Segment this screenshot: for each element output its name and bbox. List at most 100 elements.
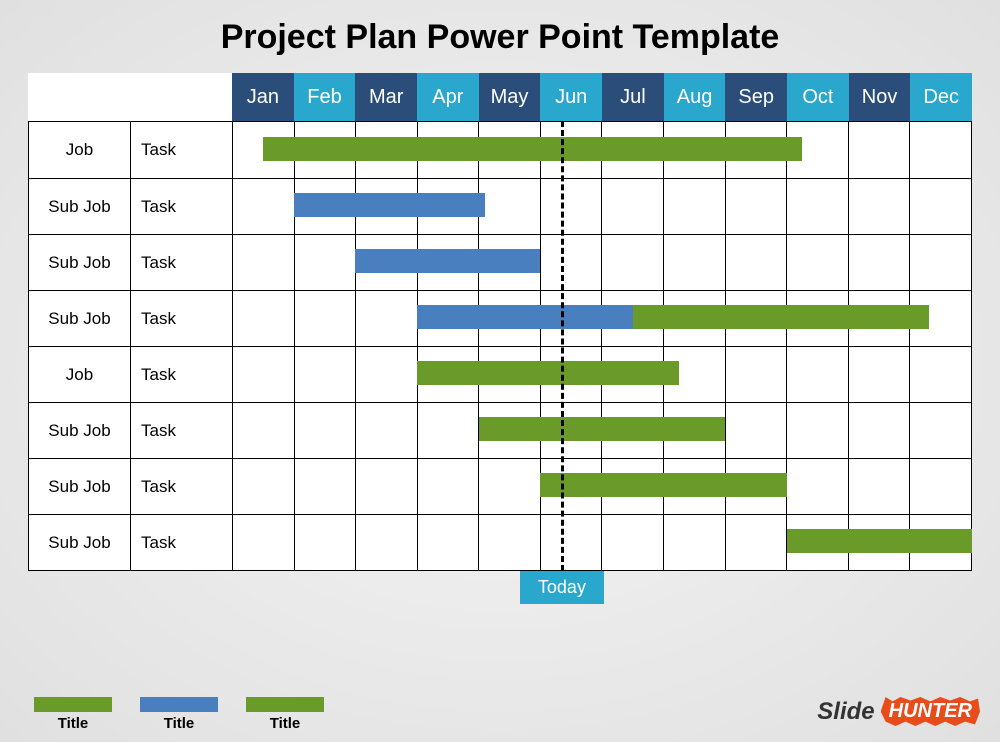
grid-cell bbox=[233, 179, 295, 234]
gantt-body: JobTaskSub JobTaskSub JobTaskSub JobTask… bbox=[28, 121, 972, 571]
grid-cell bbox=[541, 515, 603, 570]
legend-swatch bbox=[140, 697, 218, 712]
grid-cell bbox=[910, 291, 971, 346]
row-task: Task bbox=[131, 347, 233, 402]
row-task: Task bbox=[131, 515, 233, 570]
grid-cell bbox=[356, 179, 418, 234]
month-header-mar: Mar bbox=[355, 73, 417, 121]
row-task: Task bbox=[131, 403, 233, 458]
legend-item: Title bbox=[34, 697, 112, 732]
grid-cell bbox=[479, 347, 541, 402]
legend-label: Title bbox=[58, 715, 89, 732]
gantt-row: Sub JobTask bbox=[29, 234, 971, 290]
grid-cell bbox=[541, 122, 603, 178]
grid-cell bbox=[849, 235, 911, 290]
grid-cell bbox=[664, 179, 726, 234]
grid-cell bbox=[356, 403, 418, 458]
grid-cell bbox=[479, 235, 541, 290]
grid-cell bbox=[849, 122, 911, 178]
row-task: Task bbox=[131, 235, 233, 290]
grid-cell bbox=[602, 459, 664, 514]
grid-cell bbox=[479, 122, 541, 178]
row-task: Task bbox=[131, 291, 233, 346]
grid-cell bbox=[479, 291, 541, 346]
grid-cell bbox=[418, 122, 480, 178]
grid-cell bbox=[849, 515, 911, 570]
row-label: Sub Job bbox=[29, 459, 131, 514]
month-header-may: May bbox=[479, 73, 541, 121]
grid-cell bbox=[233, 122, 295, 178]
grid-cell bbox=[295, 515, 357, 570]
grid-cell bbox=[849, 291, 911, 346]
grid-cell bbox=[849, 403, 911, 458]
grid-cell bbox=[356, 515, 418, 570]
grid-cell bbox=[602, 235, 664, 290]
grid-cell bbox=[295, 235, 357, 290]
row-label: Sub Job bbox=[29, 515, 131, 570]
grid-cell bbox=[849, 459, 911, 514]
page-title: Project Plan Power Point Template bbox=[0, 0, 1000, 73]
grid-cell bbox=[541, 179, 603, 234]
grid-cell bbox=[664, 459, 726, 514]
grid-cell bbox=[787, 403, 849, 458]
gantt-row: Sub JobTask bbox=[29, 514, 971, 570]
row-task: Task bbox=[131, 122, 233, 178]
row-label: Sub Job bbox=[29, 235, 131, 290]
grid-cell bbox=[910, 403, 971, 458]
grid-cell bbox=[233, 235, 295, 290]
grid-cell bbox=[295, 459, 357, 514]
grid-cell bbox=[726, 347, 788, 402]
legend: Title Title Title bbox=[34, 697, 324, 732]
month-header-oct: Oct bbox=[787, 73, 849, 121]
grid-cell bbox=[356, 235, 418, 290]
month-header-dec: Dec bbox=[910, 73, 972, 121]
row-task: Task bbox=[131, 179, 233, 234]
grid-cell bbox=[418, 403, 480, 458]
grid-cell bbox=[726, 179, 788, 234]
grid-cell bbox=[726, 291, 788, 346]
grid-cell bbox=[479, 459, 541, 514]
grid-cell bbox=[541, 347, 603, 402]
grid-cell bbox=[664, 403, 726, 458]
grid-cell bbox=[295, 403, 357, 458]
grid-cell bbox=[910, 179, 971, 234]
grid-cell bbox=[356, 347, 418, 402]
legend-item: Title bbox=[140, 697, 218, 732]
grid-cell bbox=[356, 459, 418, 514]
grid-cell bbox=[418, 459, 480, 514]
grid-cell bbox=[726, 235, 788, 290]
grid-cell bbox=[479, 179, 541, 234]
grid-cell bbox=[418, 179, 480, 234]
row-label: Sub Job bbox=[29, 403, 131, 458]
today-tag: Today bbox=[520, 571, 604, 604]
month-header-row: JanFebMarAprMayJunJulAugSepOctNovDec bbox=[28, 73, 972, 121]
grid-cell bbox=[356, 291, 418, 346]
month-header-sep: Sep bbox=[725, 73, 787, 121]
grid-cell bbox=[664, 291, 726, 346]
grid-cell bbox=[418, 347, 480, 402]
grid-cell bbox=[787, 515, 849, 570]
legend-label: Title bbox=[270, 715, 301, 732]
grid-cell bbox=[295, 122, 357, 178]
grid-cell bbox=[910, 347, 971, 402]
grid-cell bbox=[664, 235, 726, 290]
grid-cell bbox=[541, 235, 603, 290]
grid-cell bbox=[910, 122, 971, 178]
grid-cell bbox=[602, 347, 664, 402]
header-lead-spacer bbox=[28, 73, 232, 121]
month-header-jan: Jan bbox=[232, 73, 294, 121]
month-header-jun: Jun bbox=[540, 73, 602, 121]
grid-cell bbox=[664, 515, 726, 570]
grid-cell bbox=[418, 515, 480, 570]
grid-cell bbox=[910, 515, 971, 570]
grid-cell bbox=[787, 235, 849, 290]
grid-cell bbox=[233, 291, 295, 346]
grid-cell bbox=[726, 459, 788, 514]
legend-item: Title bbox=[246, 697, 324, 732]
gantt-row: Sub JobTask bbox=[29, 402, 971, 458]
grid-cell bbox=[726, 515, 788, 570]
grid-cell bbox=[295, 179, 357, 234]
grid-cell bbox=[602, 291, 664, 346]
grid-cell bbox=[787, 122, 849, 178]
grid-cell bbox=[233, 515, 295, 570]
